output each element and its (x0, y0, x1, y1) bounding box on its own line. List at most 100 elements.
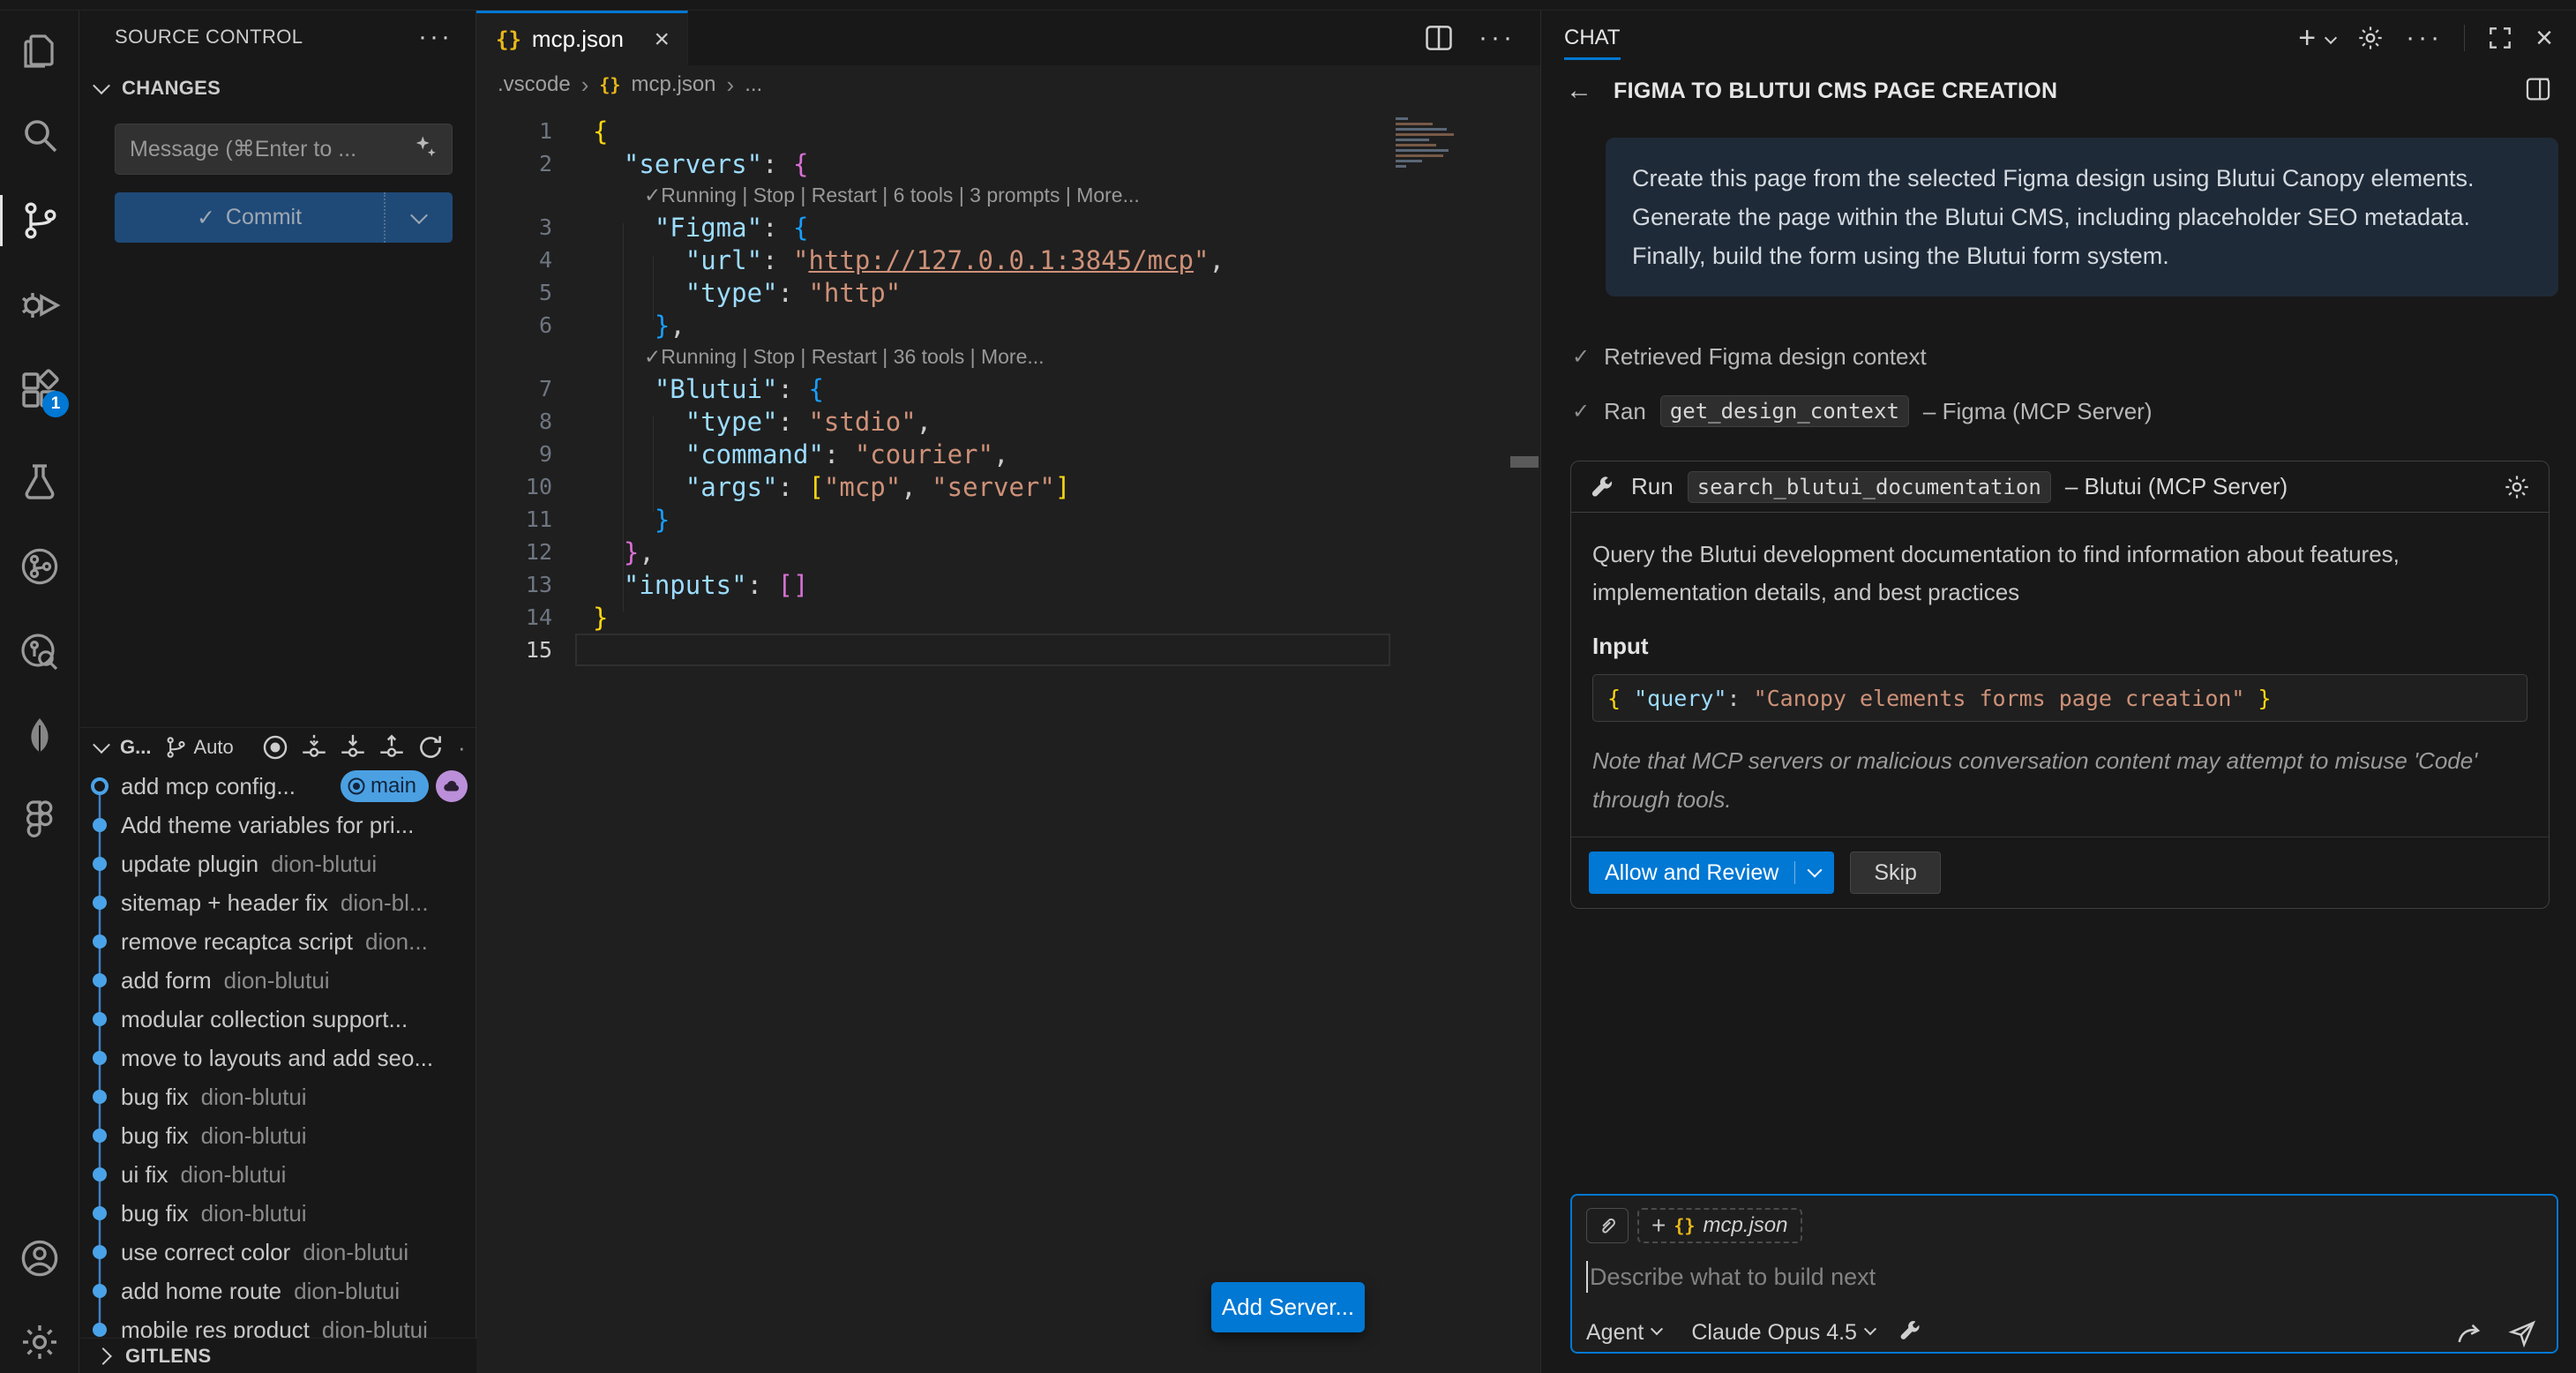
allow-dropdown-button[interactable] (1795, 867, 1834, 878)
source-control-icon[interactable] (0, 190, 79, 251)
model-selector[interactable]: Claude Opus 4.5 (1691, 1320, 1875, 1346)
codelens-actions[interactable]: ✓Running | Stop | Restart | 6 tools | 3 … (476, 180, 1390, 211)
code-line-11[interactable]: 11 } (476, 503, 1390, 536)
skip-button[interactable]: Skip (1850, 852, 1941, 894)
commit-list: add mcp config...mainAdd theme variables… (79, 767, 476, 1349)
context-chip-mcp-json[interactable]: + {} mcp.json (1637, 1208, 1802, 1243)
step-text: Ran (1604, 398, 1646, 425)
open-in-editor-icon[interactable] (2523, 74, 2553, 109)
tool-name-chip[interactable]: search_blutui_documentation (1688, 471, 2051, 503)
commit-row[interactable]: use correct colordion-blutui (79, 1233, 476, 1272)
source-control-sidebar: SOURCE CONTROL ··· CHANGES Message (⌘Ent… (79, 11, 476, 1373)
gitlens-icon[interactable] (0, 536, 79, 597)
pull-icon[interactable] (338, 732, 368, 762)
close-panel-icon[interactable]: × (2535, 21, 2553, 56)
tab-close-icon[interactable]: × (654, 25, 670, 55)
search-icon[interactable] (0, 104, 79, 166)
commit-button[interactable]: ✓ Commit (115, 192, 453, 243)
mode-selector[interactable]: Agent (1586, 1320, 1661, 1346)
account-icon[interactable] (0, 1227, 79, 1289)
commit-row[interactable]: remove recaptca scriptdion... (79, 922, 476, 961)
explorer-icon[interactable] (0, 19, 79, 81)
code-line-6[interactable]: 6 }, (476, 309, 1390, 341)
commit-row[interactable]: add home routedion-blutui (79, 1272, 476, 1310)
fetch-icon[interactable] (299, 732, 329, 762)
code-line-15[interactable]: 15 (476, 634, 1390, 666)
code-line-14[interactable]: 14} (476, 601, 1390, 634)
sidebar-more-icon[interactable]: ··· (418, 33, 453, 41)
breadcrumb[interactable]: .vscode › {} mcp.json › ... (476, 65, 1540, 104)
cloud-badge-icon[interactable] (436, 770, 468, 802)
commit-row[interactable]: ui fixdion-blutui (79, 1155, 476, 1194)
breadcrumb-file[interactable]: mcp.json (631, 72, 715, 97)
split-editor-icon[interactable] (1422, 21, 1456, 55)
run-debug-icon[interactable] (0, 274, 79, 336)
changes-section-header[interactable]: CHANGES (79, 69, 476, 108)
code-line-2[interactable]: 2 "servers": { (476, 147, 1390, 180)
commit-row[interactable]: sitemap + header fixdion-bl... (79, 883, 476, 922)
code-line-7[interactable]: 7 "Blutui": { (476, 372, 1390, 405)
codelens-actions[interactable]: ✓Running | Stop | Restart | 36 tools | M… (476, 341, 1390, 372)
commit-row[interactable]: add formdion-blutui (79, 961, 476, 1000)
extensions-icon[interactable]: 1 (0, 359, 79, 421)
chat-more-icon[interactable]: ··· (2406, 23, 2443, 53)
commit-message: add form (121, 967, 212, 994)
configure-tools-button[interactable] (1898, 1317, 1924, 1348)
refresh-icon[interactable] (416, 732, 446, 762)
commit-row[interactable]: modular collection support... (79, 1000, 476, 1039)
testing-icon[interactable] (0, 451, 79, 513)
tab-chat[interactable]: CHAT (1564, 11, 1621, 65)
code-line-12[interactable]: 12 }, (476, 536, 1390, 568)
code-editor[interactable]: 1{2 "servers": {✓Running | Stop | Restar… (476, 115, 1390, 666)
tool-settings-gear-icon[interactable] (2503, 473, 2531, 501)
send-icon[interactable] (2507, 1318, 2537, 1348)
tool-input-json[interactable]: { "query": "Canopy elements forms page c… (1592, 674, 2527, 722)
commit-row[interactable]: bug fixdion-blutui (79, 1116, 476, 1155)
commit-row[interactable]: add mcp config...main (79, 767, 476, 806)
tab-mcp-json[interactable]: {} mcp.json × (476, 11, 688, 65)
commit-dropdown-button[interactable] (384, 192, 453, 243)
code-line-9[interactable]: 9 "command": "courier", (476, 438, 1390, 470)
tool-name-chip[interactable]: get_design_context (1660, 395, 1909, 427)
minimap[interactable] (1390, 115, 1471, 178)
back-icon[interactable]: ← (1566, 76, 1592, 106)
code-line-10[interactable]: 10 "args": ["mcp", "server"] (476, 470, 1390, 503)
code-line-8[interactable]: 8 "type": "stdio", (476, 405, 1390, 438)
breadcrumb-folder[interactable]: .vscode (498, 72, 571, 97)
chevron-down-icon[interactable] (2325, 32, 2337, 44)
gitlens-inspect-icon[interactable] (0, 621, 79, 683)
settings-gear-icon[interactable] (0, 1311, 79, 1373)
code-line-3[interactable]: 3 "Figma": { (476, 211, 1390, 244)
code-line-5[interactable]: 5 "type": "http" (476, 276, 1390, 309)
figma-icon[interactable] (0, 789, 79, 851)
target-icon[interactable] (260, 732, 290, 762)
gitlens-section-header[interactable]: GITLENS (79, 1338, 476, 1373)
commit-row[interactable]: update plugindion-blutui (79, 844, 476, 883)
scrollbar-thumb[interactable] (1510, 456, 1539, 468)
chat-input-box[interactable]: + {} mcp.json Describe what to build nex… (1570, 1194, 2558, 1354)
graph-more-icon[interactable]: ··· (458, 734, 467, 762)
maximize-panel-icon[interactable] (2486, 24, 2514, 52)
branch-badge-main[interactable]: main (341, 770, 429, 802)
graph-auto-control[interactable]: Auto (163, 735, 233, 760)
commit-row[interactable]: Add theme variables for pri... (79, 806, 476, 844)
commit-row[interactable]: move to layouts and add seo... (79, 1039, 476, 1077)
code-line-4[interactable]: 4 "url": "http://127.0.0.1:3845/mcp", (476, 244, 1390, 276)
commit-message-input[interactable]: Message (⌘Enter to ... (115, 124, 453, 175)
chat-settings-gear-icon[interactable] (2356, 24, 2385, 52)
breadcrumb-symbol[interactable]: ... (745, 72, 762, 97)
graph-section-header[interactable]: G... Auto ··· (79, 728, 476, 767)
new-chat-icon[interactable]: + (2298, 25, 2316, 51)
mongodb-icon[interactable] (0, 705, 79, 767)
commit-row[interactable]: bug fixdion-blutui (79, 1194, 476, 1233)
push-icon[interactable] (377, 732, 407, 762)
allow-and-review-button[interactable]: Allow and Review (1589, 852, 1834, 894)
add-server-button[interactable]: Add Server... (1211, 1282, 1365, 1332)
commit-row[interactable]: bug fixdion-blutui (79, 1077, 476, 1116)
code-line-13[interactable]: 13 "inputs": [] (476, 568, 1390, 601)
attach-button[interactable] (1586, 1208, 1629, 1243)
sparkle-icon[interactable] (413, 134, 439, 165)
code-line-1[interactable]: 1{ (476, 115, 1390, 147)
editor-more-icon[interactable]: ··· (1479, 23, 1516, 53)
forward-arrow-icon[interactable] (2454, 1318, 2484, 1348)
